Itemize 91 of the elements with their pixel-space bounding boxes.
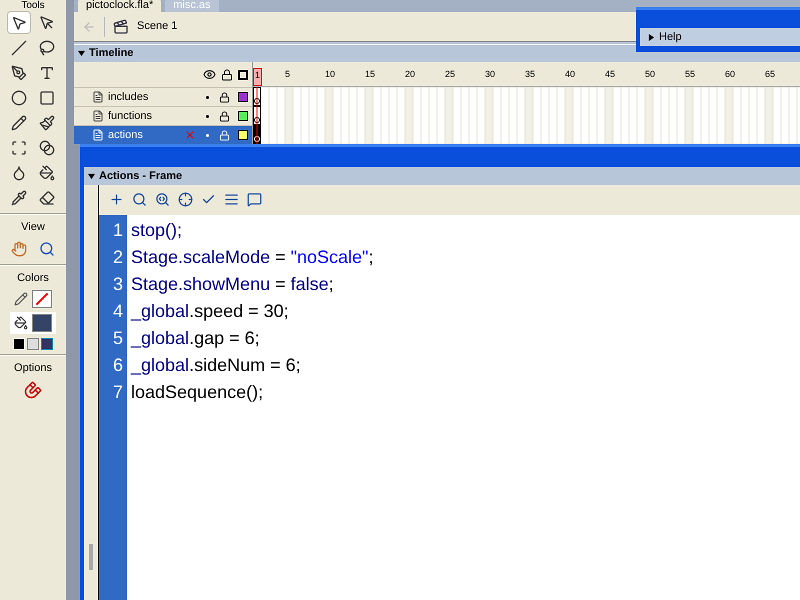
layer-name: actions [108,128,144,143]
eraser-icon [39,190,55,206]
pencil-icon [14,292,28,306]
clapperboard-icon [113,18,129,34]
lasso-icon [39,40,55,56]
line-number: 1 [112,219,124,242]
pointer-icon [39,14,55,30]
layer-row[interactable]: includes [74,87,252,106]
section-label: Colors [17,270,49,286]
crosshair-icon [178,192,192,206]
frame-number: 1 [253,68,262,86]
section-label: View [21,220,45,235]
fill-color-swatch[interactable] [32,314,52,332]
outline-icon [238,70,248,80]
text-tool-icon [39,64,55,80]
swap-colors-icon [41,338,53,350]
circle-icon [11,90,27,106]
collapse-triangle-icon[interactable] [88,172,95,180]
lock-icon [221,68,233,80]
frame-number: 60 [725,68,736,81]
frame-number: 5 [285,68,290,81]
scene-label[interactable]: Scene 1 [137,18,178,35]
eyedropper-icon [11,190,27,206]
layer-row[interactable]: actions [74,125,252,144]
no-color-icon [27,338,39,350]
frame-number: 45 [605,68,616,81]
hand-icon [11,240,27,256]
frame-number: 25 [445,68,456,81]
panel-title: Actions - Frame [99,168,182,184]
code-line: stop(); [131,219,182,242]
brush-icon [39,114,55,130]
pen-icon [11,64,27,80]
frame-number: 15 [365,68,376,81]
search-icon [132,192,146,206]
paint-bucket-icon [14,316,28,330]
code-editor[interactable]: 1 2 3 4 5 6 7 stop(); Stage.scaleMode = "noScale"; Stage.showMenu = false; _global.speed = 30; _global.gap = 6; _global.sideNum = 6; loadSequence(); [99,215,800,600]
code-line: _global.gap = 6; [131,327,260,350]
line-number: 2 [112,246,124,269]
format-lines-icon [224,192,238,206]
layer-name: functions [108,108,154,124]
code-line: loadSequence(); [131,381,264,404]
line-number: 3 [112,273,124,296]
search-icon [39,240,55,256]
layer-row[interactable]: functions [74,106,252,125]
line-icon [11,40,27,56]
panel-splitter-handle[interactable] [89,544,93,570]
frame-number: 55 [685,68,696,81]
layer-icon [92,129,104,141]
document-tab[interactable]: pictoclock.fla* [78,0,162,12]
frame-number: 20 [405,68,416,81]
layer-icon [92,91,104,103]
panel-title: Tools [21,0,45,11]
plus-icon [108,192,124,206]
tool-button[interactable] [7,11,31,34]
magnet-icon [24,380,42,398]
line-number: 4 [112,300,124,323]
stroke-color-mark [36,292,48,306]
speech-bubble-icon [246,192,262,206]
frame-number: 65 [765,68,776,81]
line-number: 7 [112,381,124,404]
pencil-icon [11,114,27,130]
frame-number: 30 [485,68,496,81]
code-line: _global.speed = 30; [131,300,289,323]
code-line: Stage.showMenu = false; [131,273,334,296]
line-number: 6 [112,354,124,377]
lock-icon [219,110,230,122]
frame-number: 40 [565,68,576,81]
toolbar-button[interactable] [176,190,194,208]
arrow-icon [11,14,27,30]
default-colors-icon [13,338,25,350]
paint-bucket-icon [39,164,55,180]
lock-icon [219,130,230,140]
layer-name: includes [108,90,150,105]
collapse-triangle-icon[interactable] [78,50,85,57]
lock-icon [219,92,230,102]
stroke-color-swatch[interactable] [32,290,52,308]
panel-title: Timeline [89,46,134,62]
playhead-line [256,87,258,144]
code-line: Stage.scaleMode = "noScale"; [131,246,374,269]
frame-number: 35 [525,68,536,81]
frame-number: 10 [325,68,336,81]
panel-title: Help [659,30,682,45]
expand-triangle-icon[interactable] [648,34,655,40]
line-number: 5 [112,327,124,350]
frame-number: 50 [645,68,656,81]
transform-icon [11,140,27,156]
section-label: Options [14,361,52,376]
eye-icon [203,68,216,81]
layer-icon [92,110,104,122]
code-line: _global.sideNum = 6; [131,354,301,377]
square-icon [39,90,55,106]
